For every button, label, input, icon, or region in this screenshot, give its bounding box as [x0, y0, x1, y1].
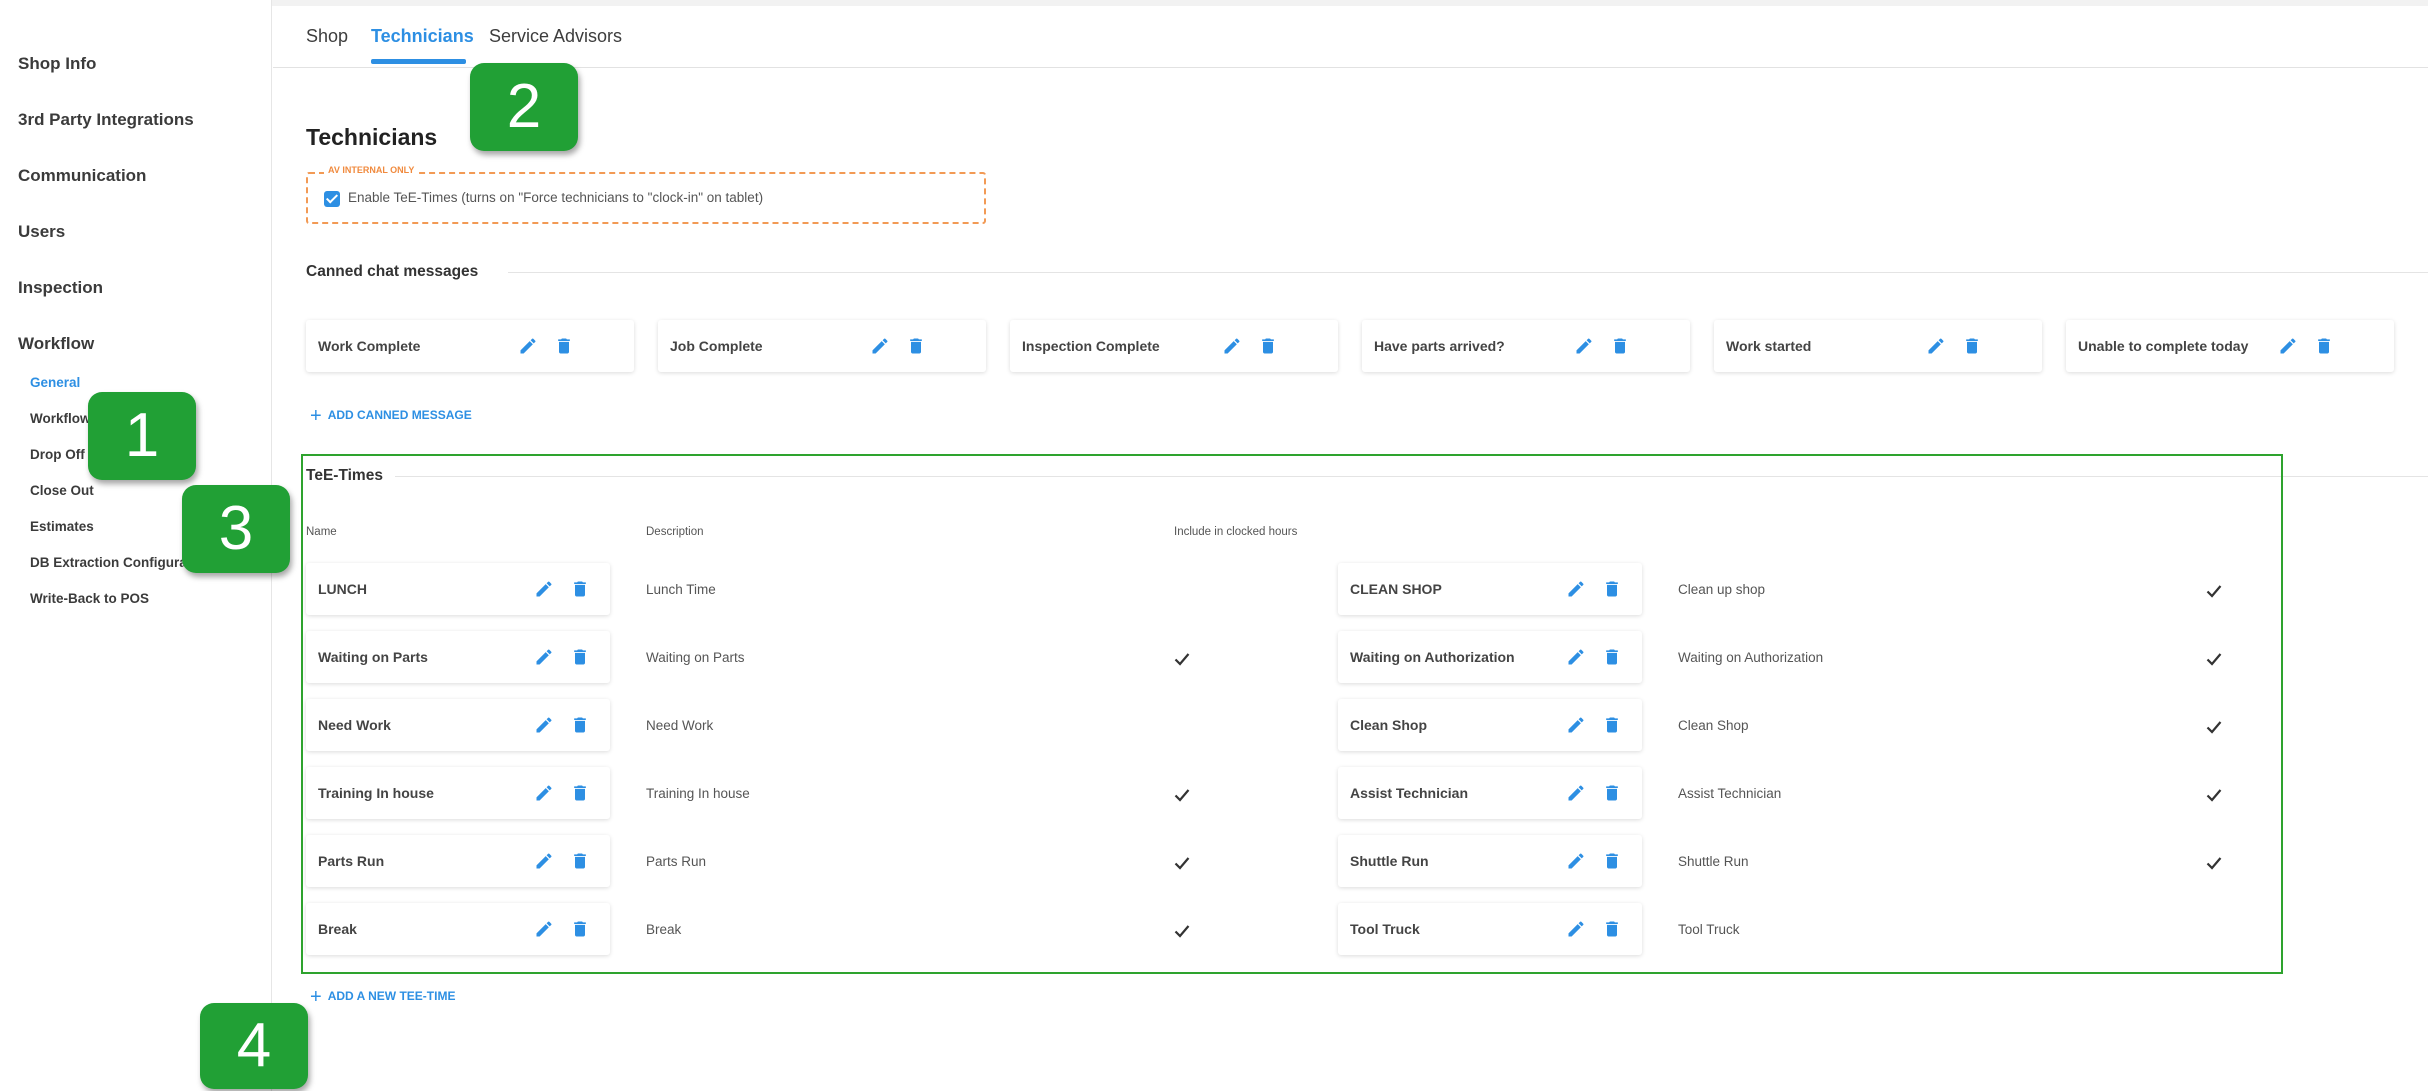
- pencil-icon[interactable]: [870, 336, 890, 356]
- pencil-icon[interactable]: [1574, 336, 1594, 356]
- trash-icon[interactable]: [554, 336, 574, 356]
- sidebar-item-3rd-party-integrations[interactable]: 3rd Party Integrations: [18, 110, 194, 130]
- canned-message-label: Work started: [1726, 338, 1812, 354]
- tab-service-advisors[interactable]: Service Advisors: [489, 26, 622, 47]
- canned-message-label: Job Complete: [670, 338, 763, 354]
- add-canned-message-label: ADD CANNED MESSAGE: [327, 408, 472, 422]
- trash-icon[interactable]: [906, 336, 926, 356]
- plus-icon: +: [310, 986, 322, 1008]
- sidebar-sub-estimates[interactable]: Estimates: [30, 519, 94, 534]
- pencil-icon[interactable]: [1926, 336, 1946, 356]
- sidebar-item-users[interactable]: Users: [18, 222, 65, 242]
- annotation-badge-2: 2: [470, 63, 578, 151]
- add-canned-message-button[interactable]: + ADD CANNED MESSAGE: [310, 405, 472, 428]
- canned-message-card: Job Complete: [658, 320, 986, 372]
- canned-message-card: Unable to complete today: [2066, 320, 2394, 372]
- trash-icon[interactable]: [2314, 336, 2334, 356]
- internal-only-box: AV INTERNAL ONLY Enable TeE-Times (turns…: [306, 165, 986, 224]
- canned-message-card: Inspection Complete: [1010, 320, 1338, 372]
- sidebar-sub-general[interactable]: General: [30, 375, 80, 390]
- tab-technicians[interactable]: Technicians: [371, 26, 474, 47]
- plus-icon: +: [310, 405, 322, 427]
- pencil-icon[interactable]: [1222, 336, 1242, 356]
- tab-shop[interactable]: Shop: [306, 26, 348, 47]
- canned-messages-title: Canned chat messages: [306, 263, 479, 280]
- annotation-badge-3: 3: [182, 485, 290, 573]
- settings-tabs: Shop Technicians Service Advisors: [273, 6, 2428, 68]
- trash-icon[interactable]: [1258, 336, 1278, 356]
- canned-message-label: Have parts arrived?: [1374, 338, 1505, 354]
- tee-times-highlight-box: [301, 454, 2283, 974]
- internal-only-label: AV INTERNAL ONLY: [324, 165, 419, 175]
- trash-icon[interactable]: [1610, 336, 1630, 356]
- add-tee-time-label: ADD A NEW TEE-TIME: [327, 989, 456, 1003]
- trash-icon[interactable]: [1962, 336, 1982, 356]
- pencil-icon[interactable]: [518, 336, 538, 356]
- canned-message-label: Work Complete: [318, 338, 421, 354]
- section-divider: [508, 272, 2428, 273]
- sidebar-sub-drop-off[interactable]: Drop Off: [30, 447, 85, 462]
- sidebar-item-inspection[interactable]: Inspection: [18, 278, 103, 298]
- canned-message-card: Have parts arrived?: [1362, 320, 1690, 372]
- add-tee-time-button[interactable]: + ADD A NEW TEE-TIME: [310, 986, 455, 1009]
- sidebar-item-communication[interactable]: Communication: [18, 166, 146, 186]
- sidebar-item-workflow[interactable]: Workflow: [18, 334, 94, 354]
- annotation-badge-1: 1: [88, 392, 196, 480]
- canned-message-label: Inspection Complete: [1022, 338, 1160, 354]
- canned-message-card: Work Complete: [306, 320, 634, 372]
- sidebar-sub-close-out[interactable]: Close Out: [30, 483, 94, 498]
- active-tab-indicator: [371, 59, 466, 64]
- sidebar-item-shop-info[interactable]: Shop Info: [18, 54, 96, 74]
- sidebar-sub-write-back-to-pos[interactable]: Write-Back to POS: [30, 591, 149, 606]
- pencil-icon[interactable]: [2278, 336, 2298, 356]
- enable-tee-times-checkbox[interactable]: [324, 191, 340, 207]
- enable-tee-times-label: Enable TeE-Times (turns on "Force techni…: [348, 190, 764, 205]
- canned-message-label: Unable to complete today: [2078, 338, 2249, 354]
- sidebar-sub-workflow[interactable]: Workflow: [30, 411, 91, 426]
- canned-message-card: Work started: [1714, 320, 2042, 372]
- annotation-badge-4: 4: [200, 1003, 308, 1089]
- page-title: Technicians: [306, 124, 438, 150]
